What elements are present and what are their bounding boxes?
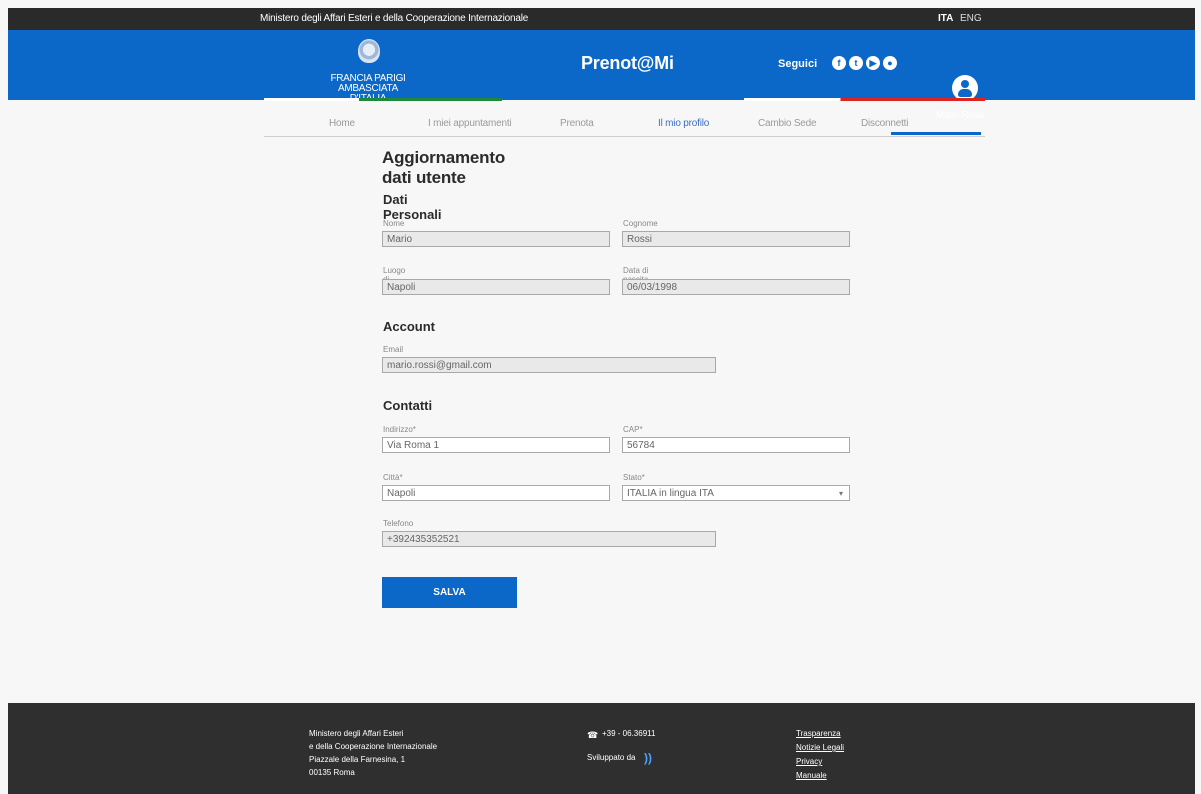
- chevron-down-icon: ▾: [838, 489, 843, 498]
- email-field[interactable]: mario.rossi@gmail.com: [382, 357, 716, 373]
- republic-emblem-icon: [358, 39, 380, 63]
- site-header: FRANCIA PARIGI AMBASCIATA D'ITALIA Preno…: [8, 30, 1195, 121]
- site-footer: Ministero degli Affari Esteri e della Co…: [8, 703, 1195, 794]
- developed-by-label: Sviluppato da: [587, 753, 636, 762]
- main-navigation: Home I miei appuntamenti Prenota Il mio …: [264, 113, 985, 137]
- link-manuale[interactable]: Manuale: [796, 769, 844, 783]
- footer-links: Trasparenza Notizie Legali Privacy Manua…: [796, 727, 844, 783]
- indirizzo-label: Indirizzo*: [383, 425, 416, 434]
- twitter-icon[interactable]: t: [849, 56, 863, 70]
- top-bar: Ministero degli Affari Esteri e della Co…: [8, 8, 1195, 30]
- footer-address: Ministero degli Affari Esteri e della Co…: [309, 727, 437, 779]
- section-personal-title: Dati Personali: [383, 192, 442, 222]
- nome-field[interactable]: Mario: [382, 231, 610, 247]
- stato-selected-value: ITALIA in lingua ITA: [627, 488, 714, 499]
- youtube-icon[interactable]: ▶: [866, 56, 880, 70]
- facebook-icon[interactable]: f: [832, 56, 846, 70]
- link-notizie-legali[interactable]: Notizie Legali: [796, 741, 844, 755]
- nav-logout[interactable]: Disconnetti: [861, 118, 908, 129]
- stato-label: Stato*: [623, 473, 645, 482]
- address-line-4: 00135 Roma: [309, 768, 355, 777]
- cap-label: CAP*: [623, 425, 643, 434]
- link-privacy[interactable]: Privacy: [796, 755, 844, 769]
- nav-profile[interactable]: Il mio profilo: [658, 118, 709, 129]
- telefono-label: Telefono: [383, 519, 414, 528]
- nav-appointments[interactable]: I miei appuntamenti: [428, 118, 512, 129]
- save-button[interactable]: SALVA: [382, 577, 517, 608]
- page-title: Aggiornamento dati utente: [382, 148, 506, 187]
- footer-phone: +39 - 06.36911: [602, 729, 656, 738]
- nav-book[interactable]: Prenota: [560, 118, 594, 129]
- flag-stripe-right: [744, 98, 985, 101]
- embassy-name-line1: FRANCIA PARIGI AMBASCIATA: [330, 73, 406, 94]
- luogo-field[interactable]: Napoli: [382, 279, 610, 295]
- follow-label: Seguici: [778, 58, 818, 70]
- nome-label: Nome: [383, 219, 405, 228]
- address-line-3: Piazzale della Farnesina, 1: [309, 755, 406, 764]
- nav-change-site[interactable]: Cambio Sede: [758, 118, 817, 129]
- cap-field[interactable]: 56784: [622, 437, 850, 453]
- data-field[interactable]: 06/03/1998: [622, 279, 850, 295]
- telefono-field[interactable]: +392435352521: [382, 531, 716, 547]
- address-line-2: e della Cooperazione Internazionale: [309, 742, 438, 751]
- section-account-title: Account: [383, 319, 435, 334]
- link-trasparenza[interactable]: Trasparenza: [796, 727, 844, 741]
- page: Ministero degli Affari Esteri e della Co…: [0, 0, 1201, 794]
- nav-active-indicator: [891, 132, 981, 135]
- language-eng-link[interactable]: ENG: [960, 13, 982, 24]
- citta-label: Città*: [383, 473, 403, 482]
- section-contacts-title: Contatti: [383, 398, 433, 413]
- flag-stripe-left: [264, 98, 502, 101]
- language-ita-link[interactable]: ITA: [938, 13, 953, 24]
- flickr-icon[interactable]: ●: [883, 56, 897, 70]
- stato-select[interactable]: ITALIA in lingua ITA ▾: [622, 485, 850, 501]
- ministry-label: Ministero degli Affari Esteri e della Co…: [260, 13, 529, 24]
- phone-icon: ☎: [587, 730, 599, 740]
- nav-home[interactable]: Home: [329, 118, 355, 129]
- cognome-field[interactable]: Rossi: [622, 231, 850, 247]
- citta-field[interactable]: Napoli: [382, 485, 610, 501]
- cognome-label: Cognome: [623, 219, 658, 228]
- address-line-1: Ministero degli Affari Esteri: [309, 729, 404, 738]
- indirizzo-field[interactable]: Via Roma 1: [382, 437, 610, 453]
- email-label: Email: [383, 345, 404, 354]
- brand-logo[interactable]: Prenot@Mi: [581, 53, 674, 74]
- developer-logo-icon[interactable]: )): [644, 751, 652, 765]
